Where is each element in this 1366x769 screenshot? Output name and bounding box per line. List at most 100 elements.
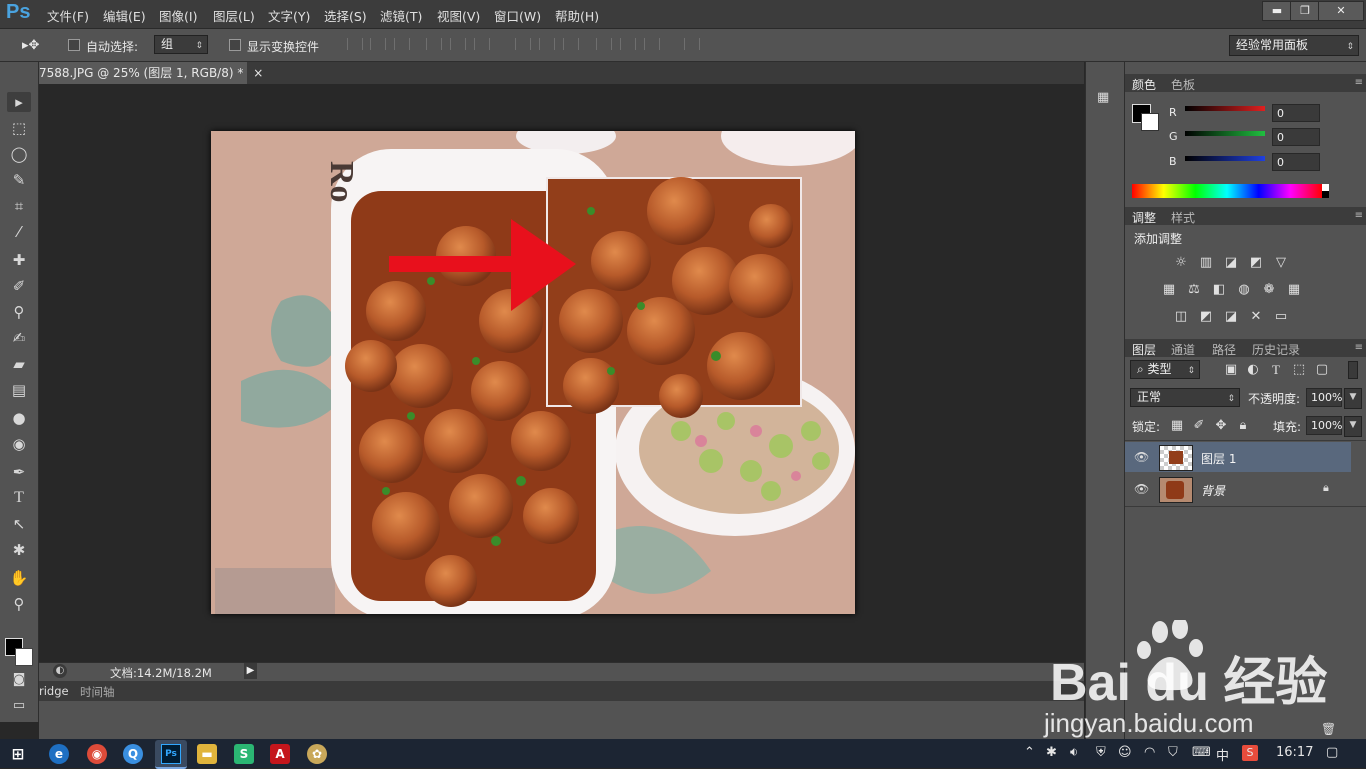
filter-toggle[interactable] (1348, 361, 1358, 379)
menu-filter[interactable]: 滤镜(T) (380, 6, 422, 25)
auto-align-icon[interactable] (684, 38, 700, 50)
align-right-icon[interactable] (474, 38, 490, 50)
align-hcenter-icon[interactable] (450, 38, 466, 50)
workspace-dropdown[interactable]: 经验常用面板 ⇕ (1229, 35, 1359, 56)
panel-menu-icon[interactable]: ≡ (1355, 210, 1363, 221)
pen-tool-icon[interactable]: ✒ (7, 462, 31, 482)
align-left-icon[interactable] (426, 38, 442, 50)
tray-app-icon[interactable]: ✱ (1046, 745, 1057, 760)
spectrum-black[interactable] (1322, 191, 1329, 198)
restore-button[interactable]: ❐ (1290, 1, 1320, 21)
panel-menu-icon[interactable]: ≡ (1355, 342, 1363, 353)
path-select-tool-icon[interactable]: ↖ (7, 514, 31, 534)
lock-pixels-icon[interactable]: ✐ (1191, 419, 1207, 433)
tab-timeline[interactable]: 时间轴 (80, 684, 115, 700)
wps-sheet-icon[interactable]: S (234, 744, 254, 764)
distribute-right-icon[interactable] (644, 38, 660, 50)
layer-row-background[interactable]: 👁︎ 背景 🔒︎ (1125, 474, 1351, 504)
app-icon[interactable]: ✿ (307, 744, 327, 764)
quick-mask-icon[interactable]: ◙ (7, 670, 31, 690)
volume-icon[interactable]: 🔉︎ (1070, 745, 1078, 760)
tab-styles[interactable]: 样式 (1171, 209, 1195, 226)
exposure-icon[interactable]: ◩ (1248, 256, 1264, 270)
selective-color-icon[interactable]: ✕ (1248, 310, 1264, 324)
menu-select[interactable]: 选择(S) (324, 6, 367, 25)
tab-adjustments[interactable]: 调整 (1132, 209, 1156, 226)
notifications-icon[interactable]: ▢ (1326, 745, 1338, 760)
green-value-input[interactable]: 0 (1272, 128, 1320, 146)
curves-icon[interactable]: ◪ (1223, 256, 1239, 270)
auto-select-dropdown[interactable]: 组 ⇕ (154, 35, 208, 54)
close-button[interactable]: ✕ (1318, 1, 1364, 21)
eraser-tool-icon[interactable]: ▰ (7, 354, 31, 374)
minimize-button[interactable]: ▬ (1262, 1, 1292, 21)
color-spectrum-bar[interactable] (1132, 184, 1322, 198)
status-expand-arrow-icon[interactable]: ▶ (244, 663, 257, 679)
menu-type[interactable]: 文字(Y) (268, 6, 310, 25)
filter-adjustment-icon[interactable]: ◐ (1245, 363, 1261, 377)
tray-msg-icon[interactable]: ☺ (1118, 745, 1132, 760)
opacity-input[interactable]: 100% (1306, 388, 1342, 407)
zoom-tool-icon[interactable]: ⚲ (7, 594, 31, 614)
distribute-top-icon[interactable] (515, 38, 531, 50)
distribute-vcenter-icon[interactable] (539, 38, 555, 50)
type-tool-icon[interactable]: T (7, 488, 31, 508)
photoshop-taskbar-button[interactable]: Ps (155, 740, 187, 769)
posterize-icon[interactable]: ◩ (1198, 310, 1214, 324)
opacity-arrow-icon[interactable]: ▼ (1344, 388, 1362, 409)
distribute-left-icon[interactable] (596, 38, 612, 50)
auto-select-checkbox[interactable] (68, 39, 80, 51)
red-value-input[interactable]: 0 (1272, 104, 1320, 122)
menu-layer[interactable]: 图层(L) (213, 6, 255, 25)
brush-tool-icon[interactable]: ✐ (7, 276, 31, 296)
hand-tool-icon[interactable]: ✋ (7, 568, 31, 588)
tab-layers[interactable]: 图层 (1132, 341, 1156, 358)
shape-tool-icon[interactable]: ✱ (7, 540, 31, 560)
visibility-eye-icon[interactable]: 👁︎ (1134, 482, 1149, 496)
gradient-map-icon[interactable]: ▭ (1273, 310, 1289, 324)
fill-arrow-icon[interactable]: ▼ (1344, 416, 1362, 437)
green-slider[interactable] (1185, 131, 1265, 136)
tab-channels[interactable]: 通道 (1171, 341, 1195, 358)
tray-expand-icon[interactable]: ⌃ (1024, 745, 1035, 760)
acrobat-icon[interactable]: A (270, 744, 290, 764)
file-explorer-icon[interactable]: ▬ (197, 744, 217, 764)
panel-menu-icon[interactable]: ≡ (1355, 77, 1363, 88)
clone-stamp-tool-icon[interactable]: ⚲ (7, 302, 31, 322)
lock-all-icon[interactable]: 🔒︎ (1235, 419, 1251, 433)
blue-slider[interactable] (1185, 156, 1265, 161)
spectrum-white[interactable] (1322, 184, 1329, 191)
menu-help[interactable]: 帮助(H) (555, 6, 599, 25)
filter-type-icon[interactable]: T (1268, 363, 1284, 377)
menu-edit[interactable]: 编辑(E) (103, 6, 146, 25)
security-icon[interactable]: ⛨ (1096, 745, 1106, 760)
tab-mini-bridge[interactable]: ridge (39, 684, 69, 698)
brightness-icon[interactable]: ☼ (1173, 256, 1189, 270)
layer-row-layer1[interactable]: 👁︎ 图层 1 (1125, 442, 1351, 472)
windows-start-icon[interactable]: ⊞ (8, 744, 28, 764)
document-canvas[interactable]: Ro (211, 131, 855, 614)
color-balance-icon[interactable]: ⚖ (1186, 283, 1202, 297)
vibrance-icon[interactable]: ▽ (1273, 256, 1289, 270)
visibility-eye-icon[interactable]: 👁︎ (1134, 450, 1149, 464)
sogou-input-icon[interactable]: S (1242, 745, 1258, 761)
lock-position-icon[interactable]: ✥ (1213, 419, 1229, 433)
marquee-tool-icon[interactable]: ⬚ (7, 118, 31, 138)
dodge-tool-icon[interactable]: ◉ (7, 434, 31, 454)
tray-shield-icon[interactable]: ⛉ (1168, 745, 1178, 760)
blue-value-input[interactable]: 0 (1272, 153, 1320, 171)
align-top-icon[interactable] (347, 38, 363, 50)
wifi-icon[interactable]: ◠ (1144, 745, 1155, 760)
background-color-swatch[interactable] (15, 648, 33, 666)
blur-tool-icon[interactable]: ● (7, 408, 31, 428)
browser-q-icon[interactable]: Q (123, 744, 143, 764)
photo-filter-icon[interactable]: ◍ (1236, 283, 1252, 297)
filter-smart-object-icon[interactable]: ▢ (1314, 363, 1330, 377)
filter-pixel-icon[interactable]: ▣ (1223, 363, 1239, 377)
document-tab[interactable]: 7588.JPG @ 25% (图层 1, RGB/8) * × (39, 62, 263, 84)
layer-name[interactable]: 图层 1 (1201, 450, 1236, 467)
eyedropper-tool-icon[interactable]: ⁄ (7, 222, 31, 242)
healing-brush-tool-icon[interactable]: ✚ (7, 250, 31, 270)
align-vcenter-icon[interactable] (370, 38, 386, 50)
fill-input[interactable]: 100% (1306, 416, 1342, 435)
